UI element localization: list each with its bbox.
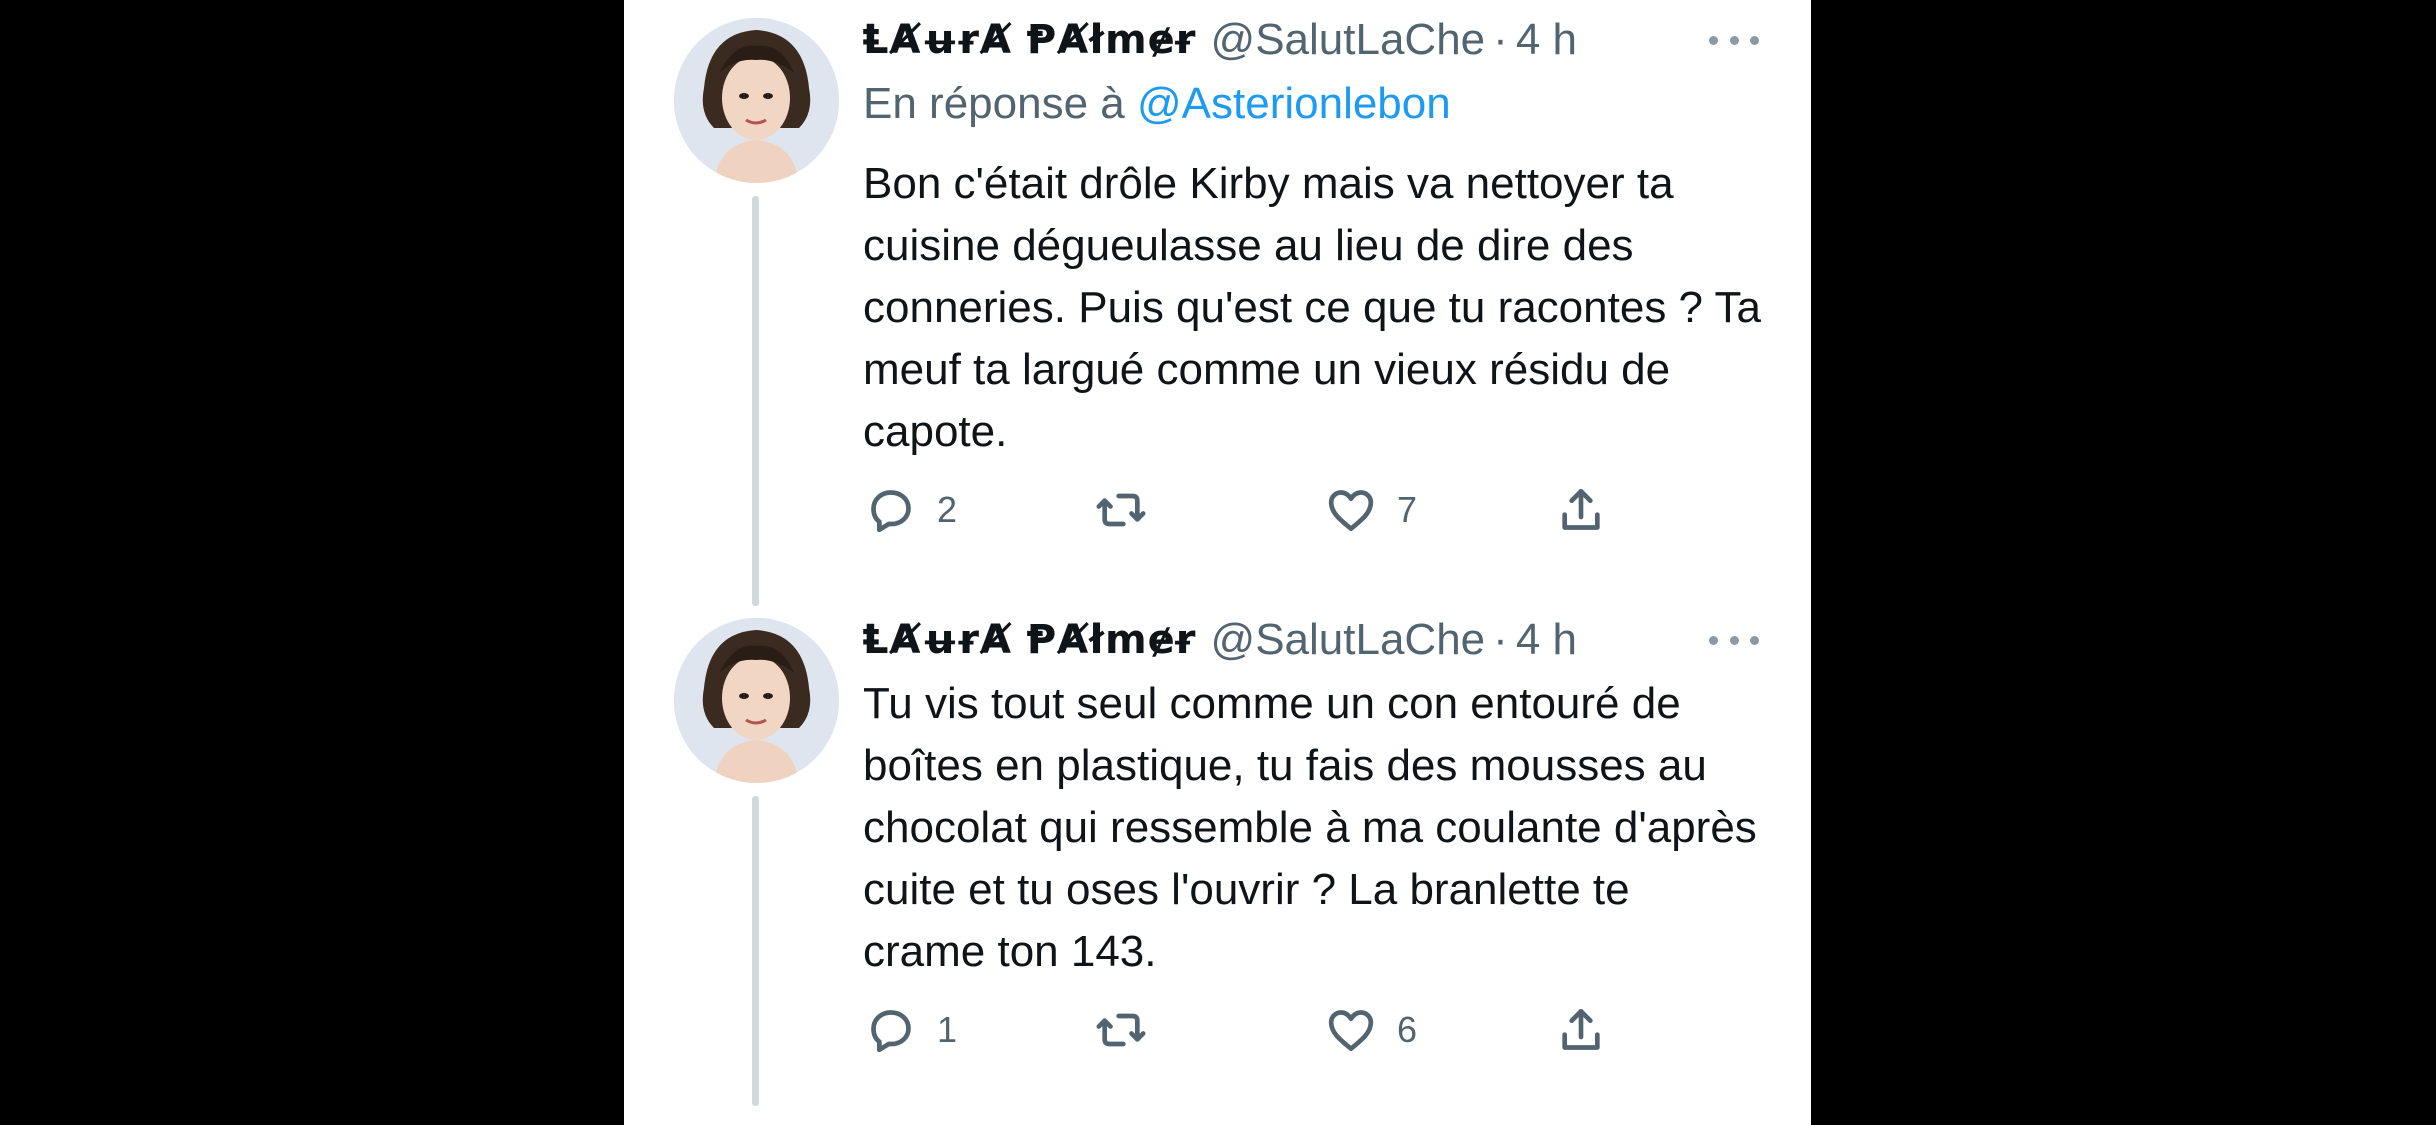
speech-bubble-icon: [871, 1010, 911, 1053]
separator-dot: ·: [1493, 615, 1508, 664]
avatar-portrait-icon: [674, 618, 839, 783]
reply-count: 1: [937, 1009, 958, 1050]
like-button[interactable]: 7: [1323, 480, 1417, 540]
reply-mention-link[interactable]: @Asterionlebon: [1137, 79, 1451, 128]
like-count: 6: [1397, 1009, 1418, 1050]
retweet-button[interactable]: [1093, 480, 1149, 540]
like-button[interactable]: 6: [1323, 1000, 1417, 1060]
avatar-portrait-icon: [674, 18, 839, 183]
reply-button[interactable]: 1: [863, 1000, 957, 1060]
retweet-button[interactable]: [1093, 1000, 1149, 1060]
avatar[interactable]: [674, 18, 839, 183]
tweet-header: ⱠȺʉɍȺ ⱣȺłmɇɍ @SalutLaChe · 4 h: [863, 612, 1577, 668]
timestamp[interactable]: 4 h: [1516, 612, 1577, 668]
tweet-thread-panel: ⱠȺʉɍȺ ⱣȺłmɇɍ @SalutLaChe · 4 h En répons…: [624, 0, 1811, 1125]
tweet-2[interactable]: ⱠȺʉɍȺ ⱣȺłmɇɍ @SalutLaChe · 4 h Tu vis to…: [624, 600, 1811, 1125]
more-dots-icon[interactable]: [1709, 30, 1759, 50]
tweet-header: ⱠȺʉɍȺ ⱣȺłmɇɍ @SalutLaChe · 4 h: [863, 12, 1577, 68]
display-name[interactable]: ⱠȺʉɍȺ ⱣȺłmɇɍ: [863, 12, 1197, 68]
reply-prefix: En réponse à: [863, 79, 1125, 128]
reply-count: 2: [937, 489, 958, 530]
tweet-actions: 2 7: [863, 480, 1763, 540]
tweet-text: Bon c'était drôle Kirby mais va nettoyer…: [863, 159, 1761, 456]
user-handle[interactable]: @SalutLaChe: [1211, 612, 1486, 668]
heart-icon: [1328, 1010, 1374, 1051]
user-handle[interactable]: @SalutLaChe: [1211, 12, 1486, 68]
tweet-actions: 1 6: [863, 1000, 1763, 1060]
tweet-1[interactable]: ⱠȺʉɍȺ ⱣȺłmɇɍ @SalutLaChe · 4 h En répons…: [624, 0, 1811, 606]
like-count: 7: [1397, 489, 1418, 530]
avatar[interactable]: [674, 618, 839, 783]
tweet-text: Tu vis tout seul comme un con entouré de…: [863, 679, 1757, 976]
reply-button[interactable]: 2: [863, 480, 957, 540]
share-upload-icon: [1562, 1009, 1600, 1050]
share-button[interactable]: [1553, 480, 1609, 540]
speech-bubble-icon: [871, 490, 911, 533]
separator-dot: ·: [1493, 15, 1508, 64]
reply-context: En réponse à @Asterionlebon: [863, 76, 1451, 132]
more-dots-icon[interactable]: [1709, 630, 1759, 650]
thread-connector-line: [752, 196, 759, 606]
timestamp[interactable]: 4 h: [1516, 12, 1577, 68]
heart-icon: [1328, 490, 1374, 531]
display-name[interactable]: ⱠȺʉɍȺ ⱣȺłmɇɍ: [863, 612, 1197, 668]
share-button[interactable]: [1553, 1000, 1609, 1060]
thread-connector-line: [752, 796, 759, 1106]
share-upload-icon: [1562, 489, 1600, 530]
retweet-arrows-icon: [1096, 1013, 1146, 1047]
retweet-arrows-icon: [1096, 493, 1146, 527]
